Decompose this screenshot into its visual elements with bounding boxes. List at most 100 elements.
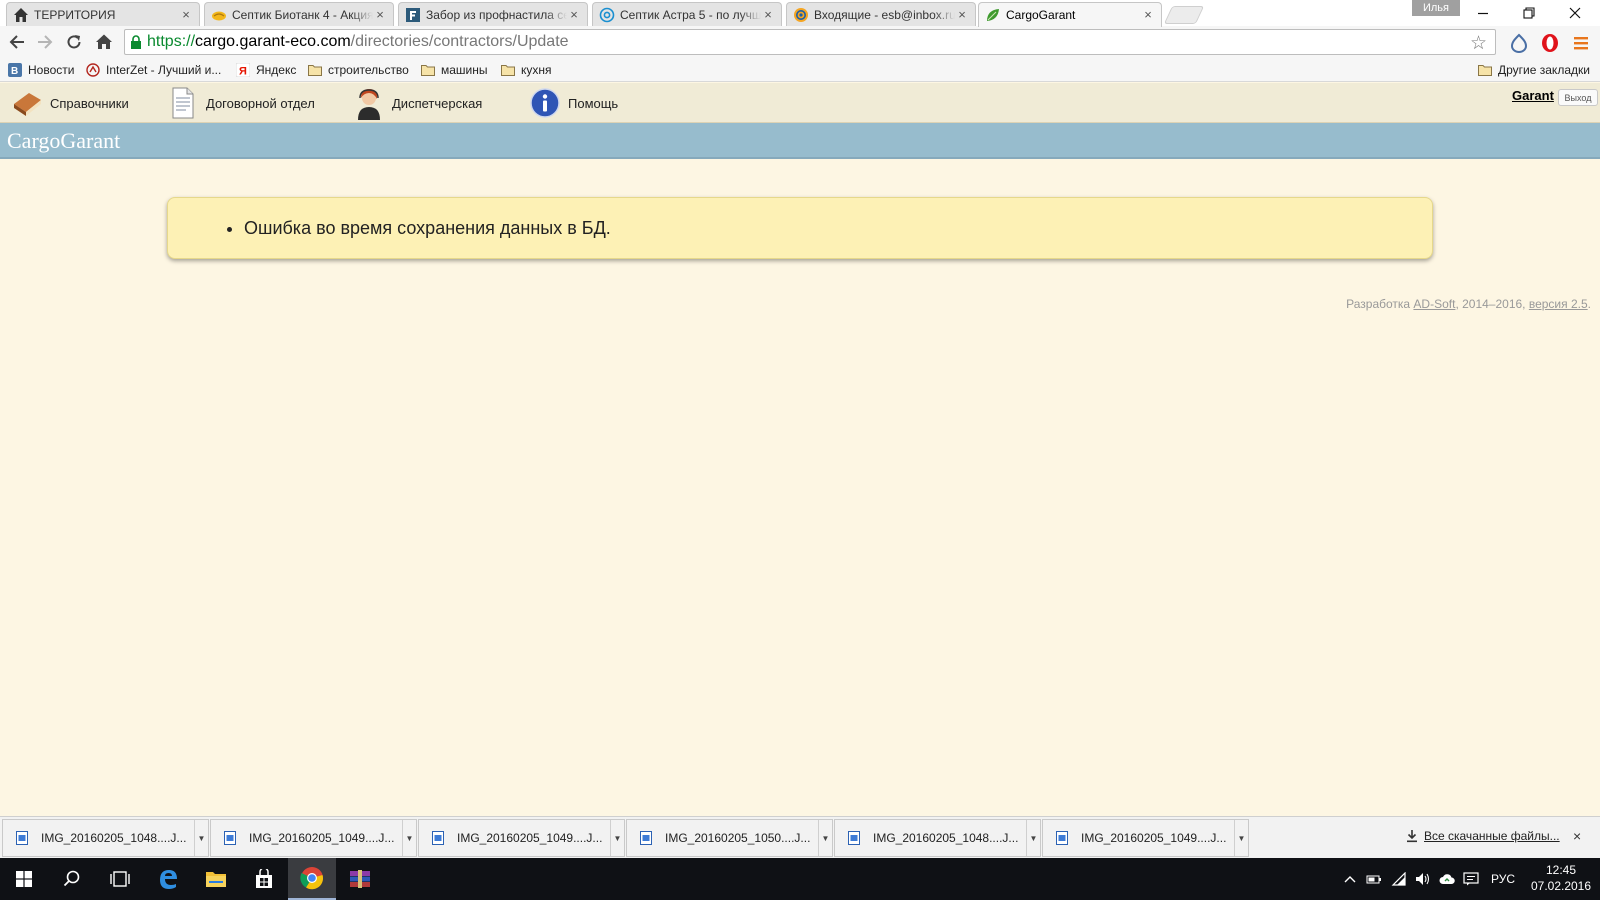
bookmark-folder-mashiny[interactable]: машины: [421, 61, 488, 79]
tab-territoriya[interactable]: ТЕРРИТОРИЯ ×: [6, 2, 200, 26]
tab-close-icon[interactable]: ×: [179, 7, 193, 22]
tab-zabor[interactable]: Забор из профнастила се ×: [398, 2, 588, 26]
menu-item-help[interactable]: Помощь: [528, 86, 618, 120]
chevron-down-icon[interactable]: ▼: [402, 820, 416, 856]
bookmark-folder-kukhnya[interactable]: кухня: [501, 61, 552, 79]
tab-septik-biotank[interactable]: Септик Биотанк 4 - Акция ×: [204, 2, 394, 26]
tab-close-icon[interactable]: ×: [567, 7, 581, 22]
profile-badge[interactable]: Илья: [1412, 0, 1460, 16]
svg-text:B: B: [11, 66, 18, 77]
language-indicator[interactable]: РУС: [1491, 872, 1515, 886]
interzet-icon: [86, 63, 100, 77]
brand-title[interactable]: CargoGarant: [7, 128, 120, 154]
chevron-up-icon[interactable]: [1341, 870, 1359, 888]
browser-menu-icon[interactable]: [1570, 32, 1592, 54]
clock-time: 12:45: [1545, 863, 1577, 877]
download-filename: IMG_20160205_1049....J...: [249, 831, 395, 845]
restore-icon[interactable]: [1506, 0, 1552, 26]
home-button-icon[interactable]: [93, 31, 115, 53]
vk-icon: B: [8, 63, 22, 77]
user-link[interactable]: Garant: [1512, 88, 1554, 103]
action-center-icon[interactable]: [1462, 870, 1480, 888]
folder-icon: [421, 63, 435, 77]
forward-arrow-icon[interactable]: [34, 31, 56, 53]
volume-icon[interactable]: [1414, 870, 1432, 888]
download-item[interactable]: IMG_20160205_1048....J... ▼: [834, 819, 1041, 857]
close-shelf-icon[interactable]: ×: [1573, 828, 1581, 844]
file-explorer-icon[interactable]: [192, 858, 240, 900]
winrar-icon[interactable]: [336, 858, 384, 900]
new-tab-button[interactable]: [1163, 6, 1205, 24]
extension-icon[interactable]: [1508, 32, 1530, 54]
opera-icon[interactable]: [1539, 32, 1561, 54]
bookmark-yandex[interactable]: Я Яндекс: [236, 61, 296, 79]
other-bookmarks[interactable]: Другие закладки: [1478, 61, 1590, 79]
back-arrow-icon[interactable]: [6, 31, 28, 53]
download-item[interactable]: IMG_20160205_1049....J... ▼: [1042, 819, 1249, 857]
version-link[interactable]: версия 2.5: [1529, 297, 1588, 311]
chevron-down-icon[interactable]: ▼: [1026, 820, 1040, 856]
reload-icon[interactable]: [63, 31, 85, 53]
download-filename: IMG_20160205_1049....J...: [1081, 831, 1227, 845]
store-icon[interactable]: [240, 858, 288, 900]
minimize-icon[interactable]: [1460, 0, 1506, 26]
chevron-down-icon[interactable]: ▼: [818, 820, 832, 856]
tab-close-icon[interactable]: ×: [761, 7, 775, 22]
bookmark-novosti[interactable]: B Новости: [8, 61, 74, 79]
edge-browser-icon[interactable]: [144, 858, 192, 900]
download-item[interactable]: IMG_20160205_1049....J... ▼: [418, 819, 625, 857]
address-bar[interactable]: https://cargo.garant-eco.com/directories…: [124, 29, 1496, 55]
tab-close-icon[interactable]: ×: [373, 7, 387, 22]
tab-title: Септик Астра 5 - по лучш: [620, 7, 761, 22]
info-icon: [528, 86, 562, 120]
menu-item-directories[interactable]: Справочники: [10, 86, 129, 120]
task-view-icon[interactable]: [96, 858, 144, 900]
image-file-icon: [639, 830, 653, 846]
book-icon: [10, 86, 44, 120]
developer-link[interactable]: AD-Soft: [1413, 297, 1455, 311]
windows-start-icon[interactable]: [0, 858, 48, 900]
download-item[interactable]: IMG_20160205_1050....J... ▼: [626, 819, 833, 857]
image-file-icon: [1055, 830, 1069, 846]
all-downloads-label: Все скачанные файлы...: [1424, 829, 1560, 843]
tab-septik-astra[interactable]: Септик Астра 5 - по лучш ×: [592, 2, 782, 26]
download-filename: IMG_20160205_1048....J...: [41, 831, 187, 845]
folder-icon: [308, 63, 322, 77]
bookmark-star-icon[interactable]: ☆: [1470, 32, 1487, 55]
chevron-down-icon[interactable]: ▼: [1234, 820, 1248, 856]
bookmark-folder-stroitelstvo[interactable]: строительство: [308, 61, 409, 79]
tab-close-icon[interactable]: ×: [955, 7, 969, 22]
tab-inbox[interactable]: Входящие - esb@inbox.ru ×: [786, 2, 976, 26]
menu-label: Договорной отдел: [206, 95, 315, 111]
chevron-down-icon[interactable]: ▼: [610, 820, 624, 856]
tab-close-icon[interactable]: ×: [1141, 8, 1155, 22]
clock[interactable]: 12:45 07.02.2016: [1526, 862, 1596, 894]
download-item[interactable]: IMG_20160205_1049....J... ▼: [210, 819, 417, 857]
battery-icon[interactable]: [1365, 870, 1383, 888]
image-file-icon: [431, 830, 445, 846]
error-alert: Ошибка во время сохранения данных в БД.: [167, 197, 1433, 259]
download-item[interactable]: IMG_20160205_1048....J... ▼: [2, 819, 209, 857]
wifi-icon[interactable]: [1390, 870, 1408, 888]
logout-button[interactable]: Выход: [1558, 89, 1598, 106]
yandex-icon: Я: [236, 63, 250, 77]
tab-cargogarant[interactable]: CargoGarant ×: [978, 2, 1162, 27]
all-downloads-link[interactable]: Все скачанные файлы...: [1406, 829, 1560, 843]
bookmark-interzet[interactable]: InterZet - Лучший и...: [86, 61, 221, 79]
downloads-shelf: IMG_20160205_1048....J... ▼ IMG_20160205…: [0, 816, 1600, 858]
chevron-down-icon[interactable]: ▼: [194, 820, 208, 856]
error-message: Ошибка во время сохранения данных в БД.: [244, 218, 611, 239]
tab-title: CargoGarant: [1006, 8, 1076, 22]
footer-years: , 2014–2016,: [1455, 297, 1529, 311]
folder-icon: [501, 63, 515, 77]
close-window-icon[interactable]: [1552, 0, 1598, 26]
home-icon: [13, 7, 29, 23]
sync-cloud-icon[interactable]: [1438, 870, 1456, 888]
chrome-icon[interactable]: [288, 858, 336, 900]
menu-item-dispatch[interactable]: Диспетчерская: [352, 86, 482, 120]
browser-tab-strip: ТЕРРИТОРИЯ × Септик Биотанк 4 - Акция × …: [0, 0, 1600, 27]
search-icon[interactable]: [48, 858, 96, 900]
menu-item-contracts[interactable]: Договорной отдел: [166, 86, 315, 120]
dispatcher-icon: [352, 86, 386, 120]
at-icon: [793, 7, 809, 23]
